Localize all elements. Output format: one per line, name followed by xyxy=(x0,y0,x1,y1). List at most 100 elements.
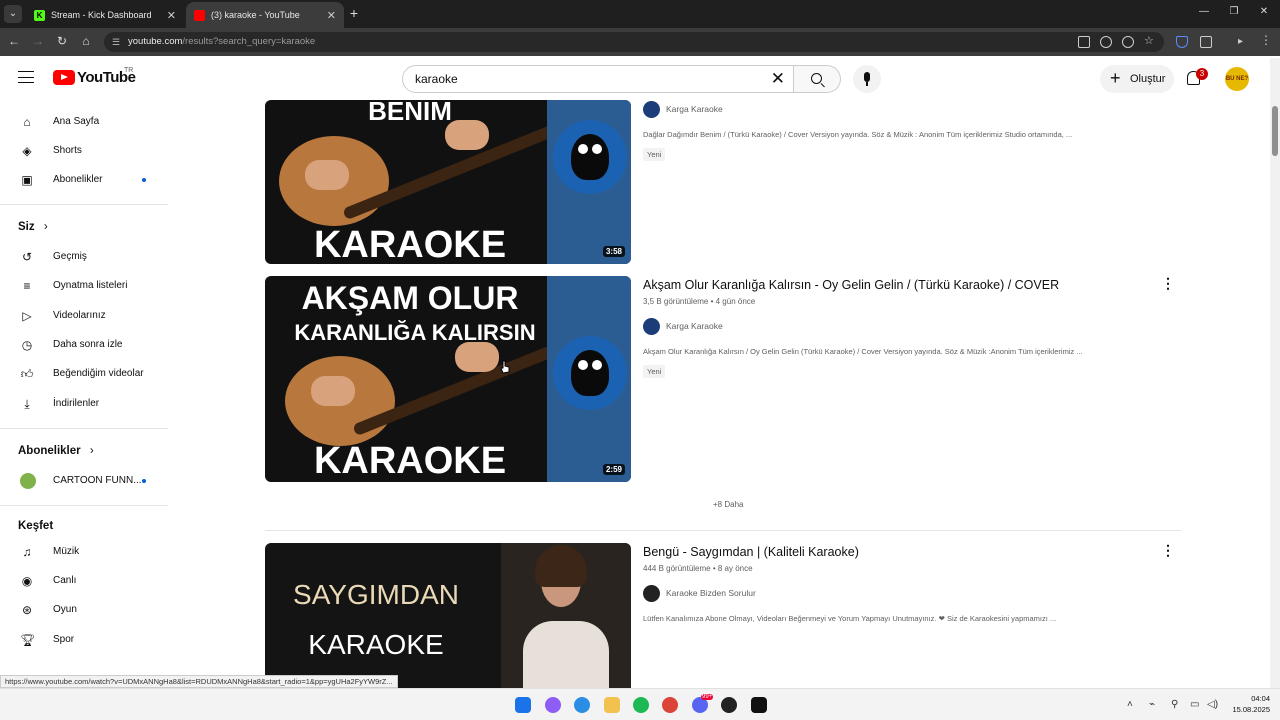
epic-games-icon[interactable] xyxy=(751,697,767,713)
browser-menu-icon[interactable]: ⋮ xyxy=(1260,34,1272,48)
notification-count-badge: 3 xyxy=(1196,68,1208,80)
extensions-icon[interactable] xyxy=(1200,36,1212,48)
hand xyxy=(455,342,499,372)
hand xyxy=(311,376,355,406)
close-tab-icon[interactable]: ✕ xyxy=(327,9,336,22)
new-badge: Yeni xyxy=(643,365,666,378)
volume-icon[interactable]: ◁) xyxy=(1207,699,1218,710)
close-tab-icon[interactable]: ✕ xyxy=(167,9,176,22)
clock[interactable]: 04:04 15.08.2025 xyxy=(1222,693,1270,715)
channel-name: Karga Karaoke xyxy=(666,321,723,331)
edge-icon[interactable] xyxy=(574,697,590,713)
eye-off-icon[interactable] xyxy=(1122,36,1134,48)
network-icon[interactable]: ▭ xyxy=(1190,699,1199,710)
sidebar-item-home[interactable]: ⌂ Ana Sayfa xyxy=(18,108,158,136)
video-title[interactable]: Akşam Olur Karanlığa Kalırsın - Oy Gelin… xyxy=(643,278,1059,292)
thumbnail-text: KARAOKE xyxy=(313,440,507,482)
file-explorer-icon[interactable] xyxy=(604,697,620,713)
site-info-icon[interactable]: ☰ xyxy=(112,32,120,52)
scrollbar-thumb[interactable] xyxy=(1272,106,1278,156)
history-icon: ↺ xyxy=(21,250,33,264)
sidebar-item-your-videos[interactable]: ▷ Videolarınız xyxy=(18,302,158,330)
reload-icon[interactable]: ↻ xyxy=(54,34,70,48)
sidebar-item-shorts[interactable]: ◈ Shorts xyxy=(18,137,158,165)
install-app-icon[interactable] xyxy=(1078,36,1090,48)
hamburger-menu-icon[interactable] xyxy=(18,71,34,83)
shield-extension-icon[interactable] xyxy=(1176,36,1188,48)
sidebar-item-label: Spor xyxy=(53,634,75,645)
sidebar-item-gaming[interactable]: ⊛ Oyun xyxy=(18,596,158,624)
singer-hair xyxy=(535,545,587,587)
close-window-icon[interactable]: ✕ xyxy=(1254,6,1274,17)
sidebar-item-history[interactable]: ↺ Geçmiş xyxy=(18,243,158,271)
sidebar-item-liked-videos[interactable]: 👍︎ Beğendiğim videolar xyxy=(18,360,158,388)
obs-icon[interactable] xyxy=(721,697,737,713)
sidebar-divider xyxy=(0,505,168,506)
back-icon[interactable]: ← xyxy=(6,34,22,48)
sidebar-item-live[interactable]: ◉ Canlı xyxy=(18,567,158,595)
video-title[interactable]: Bengü - Saygımdan | (Kaliteli Karaoke) xyxy=(643,545,859,559)
subscriptions-section-heading[interactable]: Abonelikler › xyxy=(18,445,94,457)
more-actions-icon[interactable] xyxy=(1161,275,1175,292)
tab-search-button[interactable]: ⌄ xyxy=(4,5,22,23)
profile-icon[interactable]: ▸ xyxy=(1238,36,1250,48)
channel-link[interactable]: Karga Karaoke xyxy=(643,317,723,335)
show-more-button[interactable]: +8 Daha xyxy=(707,500,750,509)
clear-search-icon[interactable]: ✕ xyxy=(771,66,785,92)
spotify-icon[interactable] xyxy=(633,697,649,713)
new-tab-button[interactable]: + xyxy=(346,5,362,21)
tab-title: (3) karaoke - YouTube xyxy=(211,10,300,20)
thumbnail-text: AKŞAM OLUR xyxy=(301,280,519,316)
sidebar-item-music[interactable]: ♫ Müzik xyxy=(18,538,158,566)
video-thumbnail[interactable]: BENIM KARAOKE 3:58 xyxy=(265,100,631,264)
new-content-dot xyxy=(142,479,146,483)
crow-logo-icon xyxy=(553,336,627,410)
search-input[interactable]: karaoke ✕ xyxy=(402,65,794,93)
sidebar-item-watch-later[interactable]: ◷ Daha sonra izle xyxy=(18,331,158,359)
create-button[interactable]: + Oluştur xyxy=(1100,65,1174,93)
clock-date: 15.08.2025 xyxy=(1232,705,1270,714)
maximize-icon[interactable]: ❐ xyxy=(1224,6,1244,17)
live-icon: ◉ xyxy=(21,574,33,588)
sidebar-item-sports[interactable]: 🏆︎ Spor xyxy=(18,626,158,654)
hand-cursor-icon xyxy=(500,360,510,374)
avatar[interactable]: BU NE? xyxy=(1225,67,1249,91)
sidebar-item-subscription[interactable]: CARTOON FUNN... xyxy=(18,467,158,495)
search-value: karaoke xyxy=(415,72,458,86)
tray-app-icon[interactable]: ⌁ xyxy=(1149,699,1155,710)
shelf-divider xyxy=(265,530,1181,531)
sidebar-item-subscriptions[interactable]: ▣ Abonelikler xyxy=(18,166,158,194)
tray-app-icon[interactable]: ⚲ xyxy=(1171,699,1178,710)
sidebar-item-label: Videolarınız xyxy=(53,310,106,321)
channel-link[interactable]: Karaoke Bizden Sorulur xyxy=(643,584,756,602)
search-button[interactable] xyxy=(794,65,841,93)
sidebar-item-playlists[interactable]: ≡ Oynatma listeleri xyxy=(18,272,158,300)
forward-icon[interactable]: → xyxy=(30,34,46,48)
singer-body xyxy=(523,621,609,688)
voice-search-icon[interactable] xyxy=(853,65,881,93)
browser-tab-kick[interactable]: K Stream - Kick Dashboard ✕ xyxy=(26,2,184,28)
start-icon[interactable] xyxy=(515,697,531,713)
video-thumbnail[interactable]: SAYGIMDAN KARAOKE xyxy=(265,543,631,688)
minimize-icon[interactable]: — xyxy=(1194,6,1214,17)
channel-link[interactable]: Karga Karaoke xyxy=(643,100,723,118)
bookmark-star-icon[interactable]: ☆ xyxy=(1144,36,1156,48)
youtube-icon xyxy=(194,9,205,21)
section-title: Keşfet xyxy=(18,520,54,532)
chrome-icon[interactable] xyxy=(662,697,678,713)
view-count: 3,5 B görüntüleme xyxy=(643,297,709,306)
channel-avatar xyxy=(643,318,660,335)
more-actions-icon[interactable] xyxy=(1161,542,1175,559)
crow-logo-icon xyxy=(553,120,627,194)
home-icon[interactable]: ⌂ xyxy=(78,34,94,48)
tray-chevron-icon[interactable]: ˄ xyxy=(1127,699,1133,710)
copilot-icon[interactable] xyxy=(545,697,561,713)
sidebar-item-downloads[interactable]: ⤓ İndirilenler xyxy=(18,390,158,418)
video-thumbnail[interactable]: AKŞAM OLUR KARANLIĞA KALIRSIN KARAOKE 2:… xyxy=(265,276,631,482)
page-scrollbar[interactable] xyxy=(1270,58,1280,688)
browser-tab-youtube[interactable]: (3) karaoke - YouTube ✕ xyxy=(186,2,344,28)
url-field[interactable]: ☰ youtube.com/results?search_query=karao… xyxy=(104,32,1164,52)
thumbnail-text: BENIM xyxy=(368,100,452,126)
zoom-icon[interactable] xyxy=(1100,36,1112,48)
you-section-heading[interactable]: Siz › xyxy=(18,221,48,233)
